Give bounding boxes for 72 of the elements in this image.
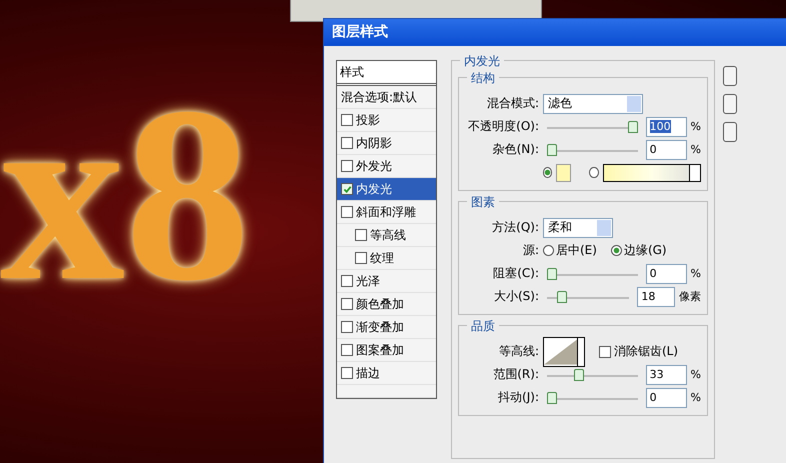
style-list-item[interactable]: 描边 bbox=[337, 362, 436, 385]
group-title: 品质 bbox=[467, 318, 499, 335]
radio-option[interactable]: 居中(E) bbox=[543, 242, 597, 259]
group-title: 图素 bbox=[467, 194, 499, 211]
number-field[interactable]: 0 bbox=[646, 388, 687, 408]
window-title: 图层样式 bbox=[324, 19, 786, 46]
slider-thumb[interactable] bbox=[547, 144, 557, 156]
slider-thumb[interactable] bbox=[628, 120, 638, 132]
unit-label: % bbox=[690, 391, 701, 404]
canvas-artwork-text: x8 bbox=[0, 70, 250, 320]
unit-label: % bbox=[690, 267, 701, 280]
unit-label: 像素 bbox=[679, 289, 701, 304]
field-label: 杂色(N): bbox=[492, 141, 539, 158]
radio-button[interactable] bbox=[543, 167, 552, 178]
checkbox[interactable] bbox=[355, 252, 367, 264]
checkbox[interactable] bbox=[341, 137, 353, 149]
checkbox[interactable] bbox=[341, 344, 353, 356]
group-title: 内发光 bbox=[460, 53, 504, 70]
checkbox[interactable] bbox=[341, 275, 353, 287]
style-list-item[interactable]: 内发光 bbox=[337, 178, 436, 201]
color-swatch[interactable] bbox=[556, 164, 572, 182]
style-list-item[interactable]: 等高线 bbox=[337, 224, 436, 247]
style-list-item[interactable]: 混合选项:默认 bbox=[337, 86, 436, 109]
style-list-item[interactable]: 斜面和浮雕 bbox=[337, 201, 436, 224]
checkbox[interactable] bbox=[341, 298, 353, 310]
checkbox[interactable] bbox=[341, 321, 353, 333]
slider-thumb[interactable] bbox=[547, 392, 557, 404]
contour-picker[interactable] bbox=[543, 336, 585, 366]
number-field[interactable]: 0 bbox=[646, 264, 687, 284]
dropdown[interactable]: 滤色 bbox=[543, 94, 643, 114]
style-list-item[interactable]: 纹理 bbox=[337, 247, 436, 270]
style-list-item[interactable]: 颜色叠加 bbox=[337, 293, 436, 316]
field-label: 混合模式: bbox=[486, 95, 539, 112]
style-list-item[interactable]: 渐变叠加 bbox=[337, 316, 436, 339]
list-header: 样式 bbox=[337, 61, 436, 86]
dialog-button[interactable] bbox=[723, 122, 737, 142]
slider-thumb[interactable] bbox=[574, 368, 584, 380]
field-label: 大小(S): bbox=[492, 288, 539, 305]
number-field[interactable]: 0 bbox=[646, 140, 687, 160]
style-list-item[interactable]: 图案叠加 bbox=[337, 339, 436, 362]
field-label: 等高线: bbox=[498, 343, 539, 360]
checkbox[interactable] bbox=[355, 229, 367, 241]
field-label: 范围(R): bbox=[492, 366, 539, 383]
group-title: 结构 bbox=[467, 70, 499, 87]
slider-thumb[interactable] bbox=[547, 268, 557, 280]
number-field[interactable]: 100 bbox=[646, 116, 687, 136]
checkbox[interactable] bbox=[341, 183, 353, 195]
number-field[interactable]: 33 bbox=[646, 364, 687, 384]
unit-label: % bbox=[690, 120, 701, 133]
dropdown[interactable]: 柔和 bbox=[543, 218, 613, 238]
style-list-item[interactable]: 光泽 bbox=[337, 270, 436, 293]
checkbox[interactable] bbox=[341, 367, 353, 379]
style-list-item[interactable]: 投影 bbox=[337, 109, 436, 132]
dialog-button[interactable] bbox=[723, 66, 737, 86]
checkbox[interactable] bbox=[341, 114, 353, 126]
style-list-item[interactable]: 内阴影 bbox=[337, 132, 436, 155]
dialog-button[interactable] bbox=[723, 94, 737, 114]
unit-label: % bbox=[690, 143, 701, 156]
checkbox[interactable] bbox=[341, 160, 353, 172]
field-label: 方法(Q): bbox=[491, 219, 539, 236]
field-label: 源: bbox=[522, 242, 539, 259]
checkbox[interactable]: 消除锯齿(L) bbox=[599, 343, 678, 360]
field-label: 抖动(J): bbox=[497, 389, 539, 406]
field-label: 阻塞(C): bbox=[492, 265, 539, 282]
gradient-picker[interactable] bbox=[602, 164, 701, 182]
checkbox[interactable] bbox=[341, 206, 353, 218]
number-field[interactable]: 18 bbox=[637, 286, 675, 306]
radio-option[interactable]: 边缘(G) bbox=[610, 242, 667, 259]
slider-thumb[interactable] bbox=[557, 290, 568, 302]
radio-button[interactable] bbox=[589, 167, 599, 178]
unit-label: % bbox=[690, 368, 701, 381]
field-label: 不透明度(O): bbox=[467, 118, 539, 135]
